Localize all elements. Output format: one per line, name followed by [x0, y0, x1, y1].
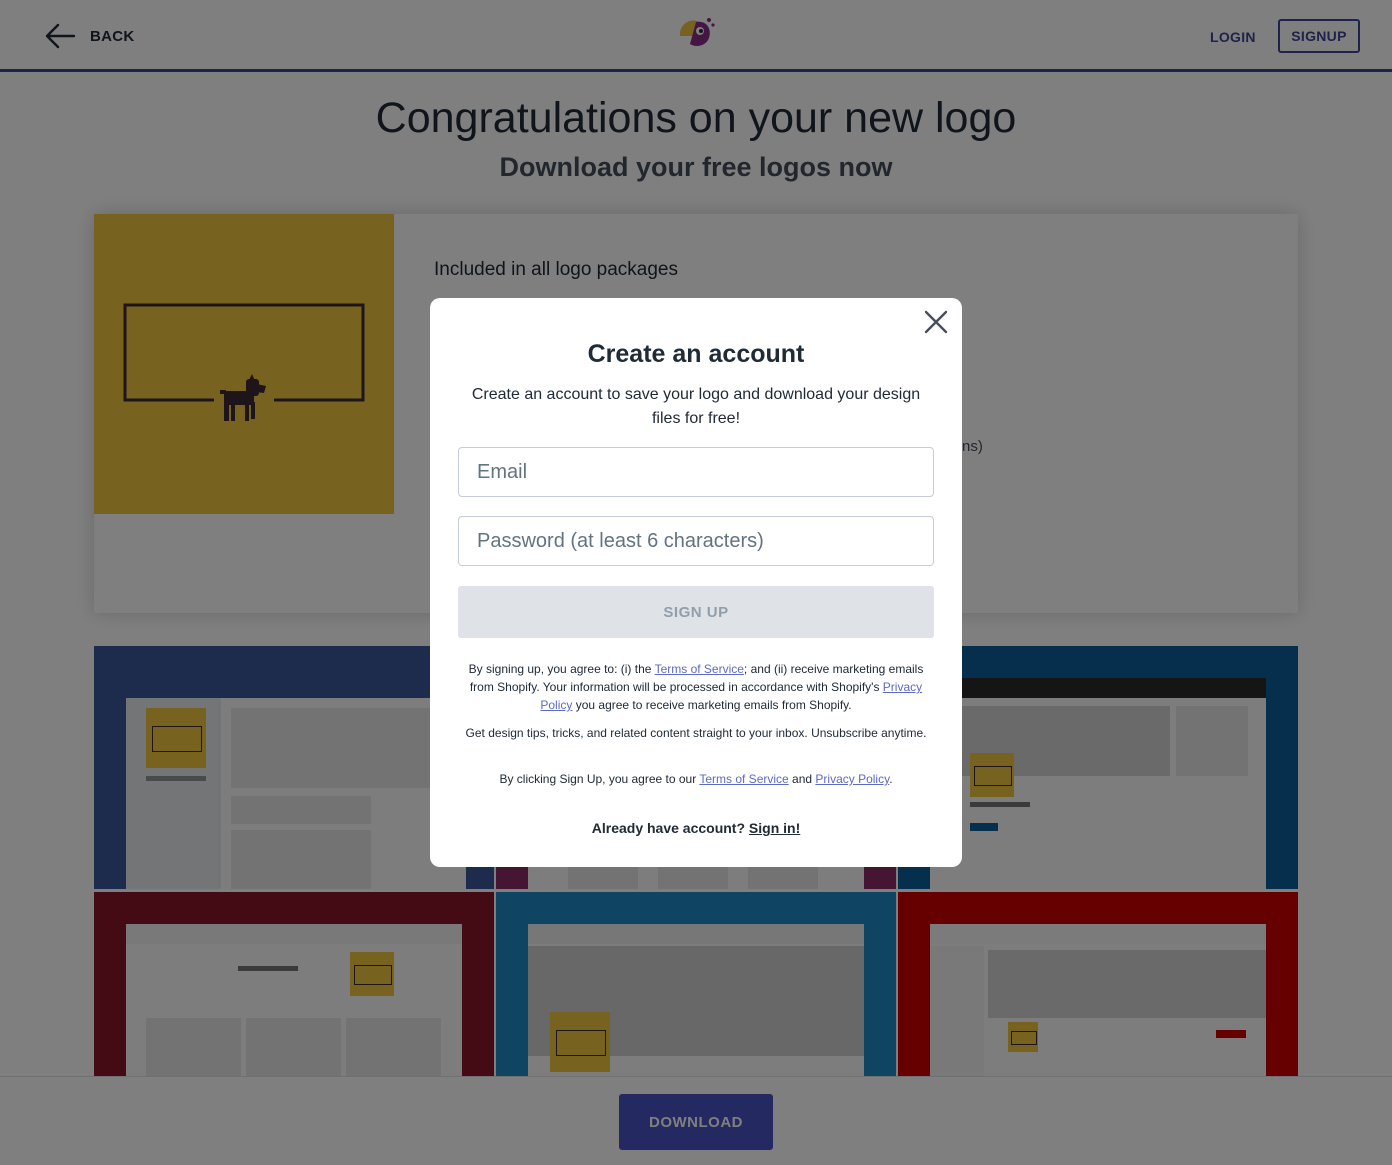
modal-description: Create an account to save your logo and …: [471, 386, 921, 427]
sign-in-link[interactable]: Sign in!: [749, 820, 800, 836]
close-button[interactable]: [920, 306, 952, 338]
legal-text: By clicking Sign Up, you agree to our: [499, 772, 700, 786]
sign-up-button[interactable]: SIGN UP: [458, 586, 934, 638]
agreement-text: By clicking Sign Up, you agree to our Te…: [458, 770, 934, 788]
privacy-policy-link[interactable]: Privacy Policy: [815, 772, 889, 786]
marketing-text: Get design tips, tricks, and related con…: [465, 726, 927, 740]
close-icon: [924, 310, 948, 334]
legal-consent-text: By signing up, you agree to: (i) the Ter…: [458, 660, 934, 714]
legal-text: you agree to receive marketing emails fr…: [572, 698, 852, 712]
email-field[interactable]: [458, 447, 934, 497]
legal-text: By signing up, you agree to: (i) the: [468, 662, 655, 676]
create-account-modal: Create an account Create an account to s…: [430, 298, 962, 867]
password-field[interactable]: [458, 516, 934, 566]
legal-text: and: [788, 772, 816, 786]
legal-text: .: [889, 772, 893, 786]
already-have-account: Already have account? Sign in!: [430, 820, 962, 836]
terms-of-service-link[interactable]: Terms of Service: [699, 772, 788, 786]
already-text: Already have account?: [591, 820, 749, 836]
modal-title: Create an account: [587, 340, 805, 368]
terms-of-service-link[interactable]: Terms of Service: [655, 662, 744, 676]
